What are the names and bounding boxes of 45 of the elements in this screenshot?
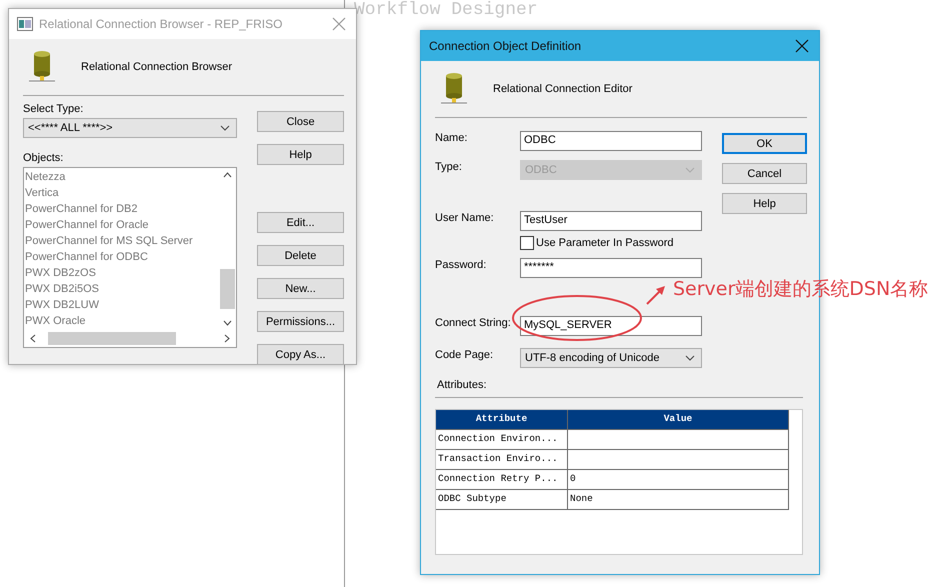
scroll-left-icon[interactable] (30, 334, 36, 343)
close-icon[interactable] (795, 39, 809, 53)
column-header: Value (568, 410, 789, 430)
dropdown[interactable]: UTF-8 encoding of Unicode (520, 348, 702, 368)
app-icon (17, 17, 33, 31)
dialog-heading: Relational Connection Editor (493, 83, 632, 95)
checkbox-label: Use Parameter In Password (536, 237, 674, 249)
checkbox[interactable] (520, 236, 534, 250)
field-label: Type: (435, 160, 463, 173)
dialog-button[interactable]: OK (722, 133, 807, 154)
input-field[interactable]: ******* (520, 258, 702, 278)
dialog-button[interactable]: Help (722, 193, 807, 214)
field-label: Code Page: (435, 348, 494, 361)
table-cell: 0 (568, 470, 789, 490)
chevron-down-icon (220, 125, 230, 131)
input-field[interactable]: TestUser (520, 211, 702, 231)
scrollbar-thumb[interactable] (220, 269, 235, 309)
table-cell: None (568, 490, 789, 510)
table-cell: Connection Retry P... (436, 470, 568, 490)
input-field[interactable]: MySQL_SERVER (520, 316, 702, 336)
input-field[interactable]: ODBC (520, 131, 702, 151)
window-title: Connection Object Definition (429, 39, 582, 53)
database-icon (27, 50, 57, 84)
table-cell: Transaction Enviro... (436, 450, 568, 470)
column-header: Attribute (436, 410, 568, 430)
scroll-down-icon[interactable] (223, 320, 232, 326)
field-label: Name: (435, 131, 468, 144)
field-label: Connect String: (435, 316, 512, 329)
select-type-label: Select Type: (23, 103, 84, 115)
dialog-button[interactable]: Cancel (722, 163, 807, 184)
table-cell: ODBC Subtype (436, 490, 568, 510)
scrollbar-thumb[interactable] (48, 332, 176, 345)
table-cell: Connection Environ... (436, 430, 568, 450)
scroll-right-icon[interactable] (224, 334, 230, 343)
field-label: Password: (435, 258, 488, 271)
scroll-up-icon[interactable] (223, 172, 232, 178)
objects-label: Objects: (23, 152, 64, 164)
attributes-label: Attributes: (436, 379, 488, 391)
field-label: User Name: (435, 211, 495, 224)
chevron-down-icon (685, 355, 695, 361)
chevron-down-icon (685, 167, 695, 173)
window-title: Relational Connection Browser - REP_FRISO (39, 17, 284, 31)
database-icon (439, 72, 469, 106)
annotation-arrow (645, 284, 667, 306)
dialog-heading: Relational Connection Browser (81, 61, 232, 73)
